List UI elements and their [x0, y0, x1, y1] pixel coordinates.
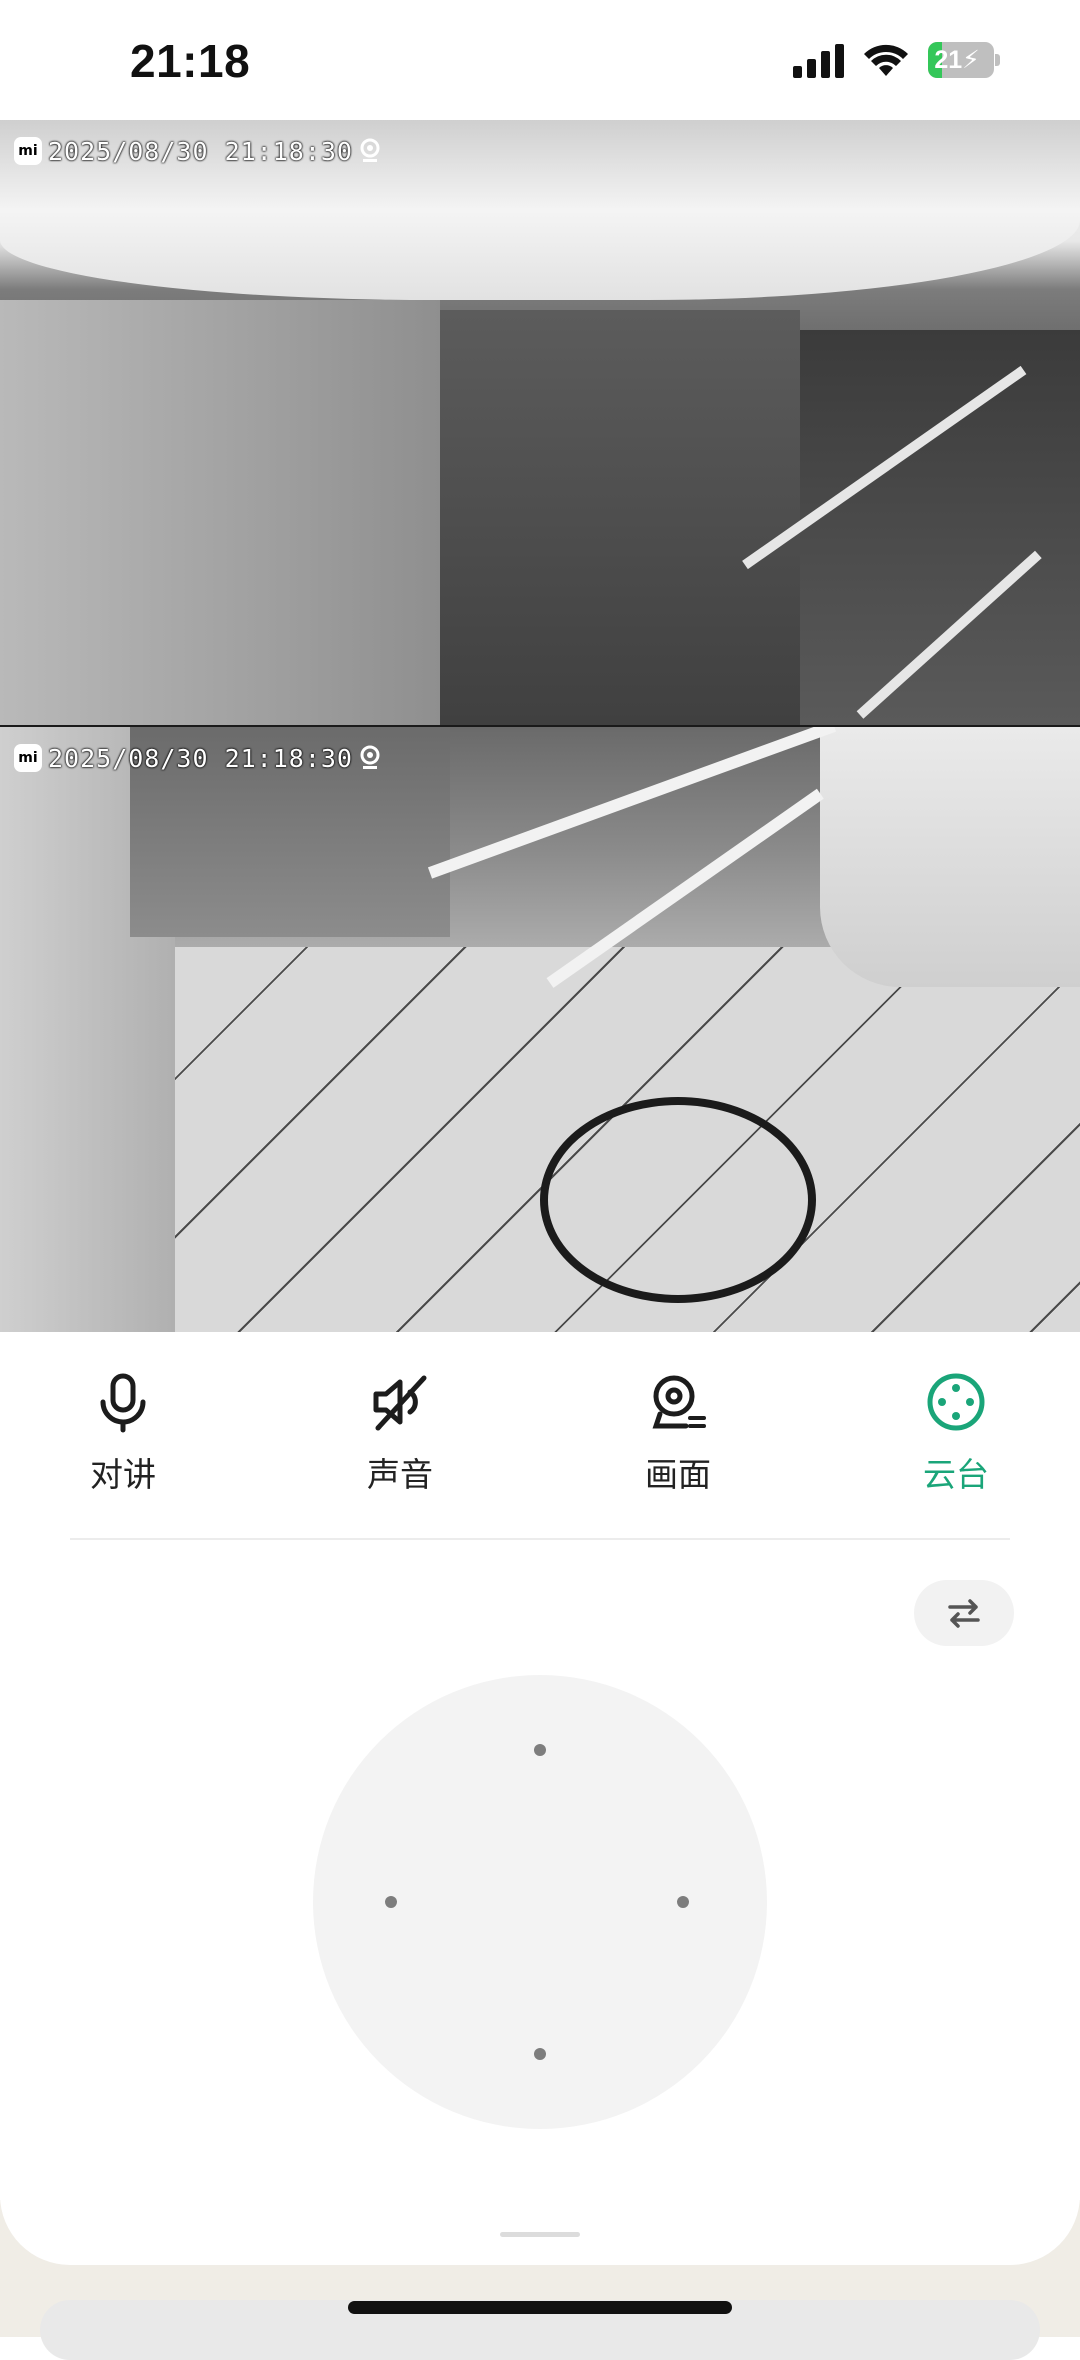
- microphone-icon: [100, 1373, 146, 1433]
- camera-icon: [360, 138, 380, 162]
- sound-button[interactable]: 声音: [310, 1370, 490, 1496]
- ptz-joystick[interactable]: [313, 1675, 767, 2129]
- ptz-icon: [927, 1373, 985, 1431]
- camera-view-icon: [652, 1375, 706, 1429]
- feed-dining-area: [440, 310, 800, 725]
- status-bar: 21:18 21⚡: [0, 0, 1080, 120]
- mi-logo: mi: [14, 744, 42, 772]
- status-icons: 21⚡: [793, 40, 1000, 80]
- ptz-up[interactable]: [510, 1675, 570, 1756]
- camera-osd: mi 2025/08/30 21:18:30: [14, 741, 381, 775]
- ptz-left[interactable]: [313, 1872, 397, 1932]
- home-indicator[interactable]: [348, 2301, 732, 2314]
- bottom-sheet: [0, 2150, 1080, 2265]
- wifi-icon: [864, 44, 908, 76]
- cellular-signal-icon: [793, 42, 844, 78]
- battery-level: 21: [934, 46, 963, 74]
- ptz-label: 云台: [923, 1456, 989, 1493]
- feed-wall: [0, 300, 440, 725]
- ptz-right-dot: [677, 1896, 689, 1908]
- battery-charging-icon: 21⚡: [928, 42, 1000, 78]
- camera-icon: [360, 745, 380, 769]
- camera-timestamp: 2025/08/30 21:18:30: [48, 743, 353, 773]
- view-label: 画面: [645, 1456, 711, 1493]
- ptz-down[interactable]: [510, 2048, 570, 2129]
- camera-timestamp: 2025/08/30 21:18:30: [48, 136, 353, 166]
- ptz-right[interactable]: [677, 1872, 767, 1932]
- mi-logo: mi: [14, 137, 42, 165]
- feed-stair-wall: [820, 727, 1080, 987]
- camera-osd: mi 2025/08/30 21:18:30: [14, 134, 381, 168]
- talk-button[interactable]: 对讲: [33, 1370, 213, 1496]
- camera-feed-bottom[interactable]: mi 2025/08/30 21:18:30: [0, 727, 1080, 1332]
- ptz-button[interactable]: 云台: [866, 1370, 1046, 1496]
- ptz-down-dot: [534, 2048, 546, 2060]
- feed-railing: [427, 727, 837, 879]
- talk-label: 对讲: [90, 1456, 156, 1493]
- ptz-left-dot: [385, 1896, 397, 1908]
- feed-stair-area: [800, 330, 1080, 725]
- camera-feed-top[interactable]: mi 2025/08/30 21:18:30: [0, 120, 1080, 725]
- sound-label: 声音: [367, 1456, 433, 1493]
- swap-arrows-icon: [948, 1599, 980, 1628]
- swap-button[interactable]: [914, 1580, 1014, 1646]
- view-button[interactable]: 画面: [588, 1370, 768, 1496]
- speaker-muted-icon: [373, 1375, 427, 1431]
- divider: [70, 1538, 1010, 1540]
- feed-bicycle: [540, 1097, 816, 1303]
- ptz-up-dot: [534, 1744, 546, 1756]
- control-bar: 对讲 声音 画面 云台: [0, 1340, 1080, 1540]
- status-time: 21:18: [130, 35, 251, 87]
- sheet-handle[interactable]: [500, 2232, 580, 2237]
